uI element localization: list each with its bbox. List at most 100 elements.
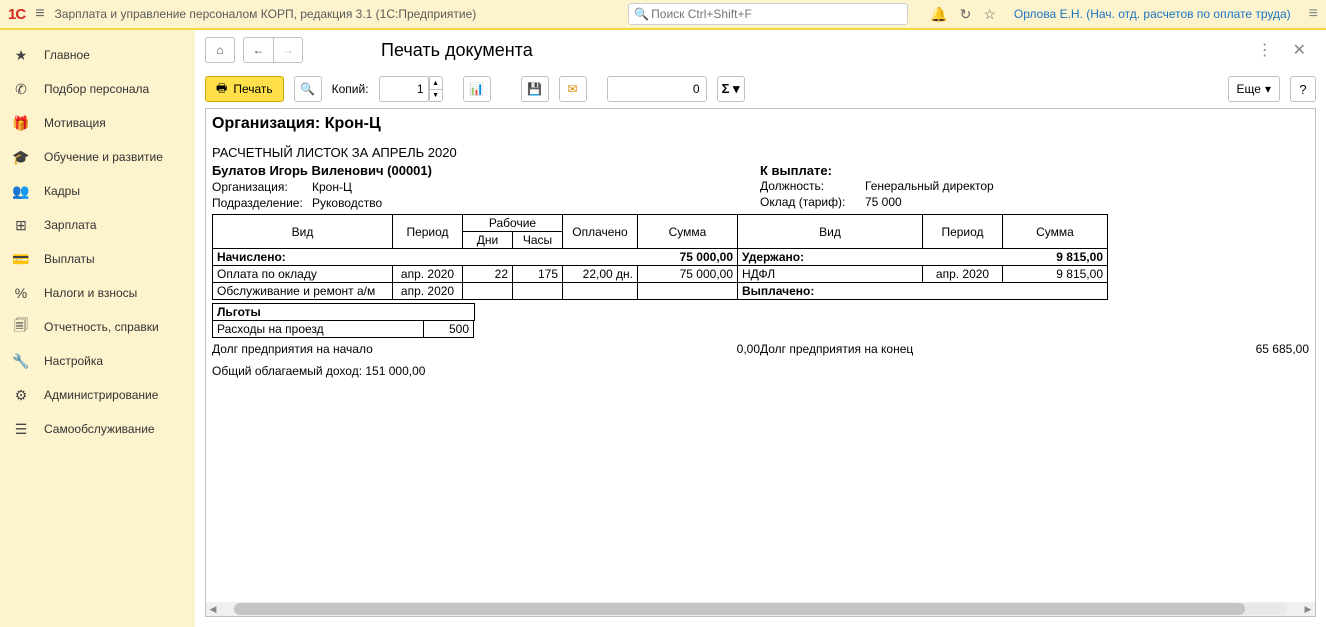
window-settings-icon[interactable]: ≡ bbox=[1309, 5, 1318, 23]
table-row: Обслуживание и ремонт а/м апр. 2020 Выпл… bbox=[213, 283, 1108, 300]
sidebar-item-payments[interactable]: 💳Выплаты bbox=[0, 242, 195, 276]
withheld-label: Удержано: bbox=[738, 249, 923, 266]
sidebar-item-label: Главное bbox=[44, 48, 90, 62]
position-label: Должность: bbox=[760, 178, 865, 194]
sidebar-item-label: Отчетность, справки bbox=[44, 320, 159, 334]
star-filled-icon: ★ bbox=[12, 47, 30, 64]
graduate-icon: 🎓 bbox=[12, 149, 30, 166]
sidebar-item-label: Подбор персонала bbox=[44, 82, 149, 96]
sidebar-item-label: Настройка bbox=[44, 354, 103, 368]
sidebar-item-settings[interactable]: 🔧 Настройка bbox=[0, 344, 195, 378]
accrued-total: 75 000,00 bbox=[638, 249, 738, 266]
document: Организация: Крон-Ц РАСЧЕТНЫЙ ЛИСТОК ЗА … bbox=[206, 109, 1315, 398]
sidebar-item-training[interactable]: 🎓Обучение и развитие bbox=[0, 140, 195, 174]
star-icon[interactable]: ☆ bbox=[983, 6, 996, 23]
search-wrap: 🔍 bbox=[628, 3, 908, 25]
search-input[interactable] bbox=[628, 3, 908, 25]
gift-icon: 🎁 bbox=[12, 115, 30, 132]
forward-button[interactable]: → bbox=[273, 37, 303, 63]
sidebar-item-reports[interactable]: 🗐 Отчетность, справки bbox=[0, 310, 195, 344]
sidebar-item-main[interactable]: ★ Главное bbox=[0, 38, 195, 72]
paid-out-label: Выплачено: bbox=[738, 283, 923, 300]
sum-input[interactable] bbox=[607, 76, 707, 102]
scroll-right-icon[interactable]: ▶ bbox=[1301, 604, 1315, 615]
kebab-icon[interactable]: ⋮ bbox=[1257, 40, 1273, 60]
sidebar-item-label: Выплаты bbox=[44, 252, 95, 266]
bell-icon[interactable]: 🔔 bbox=[930, 6, 947, 23]
document-viewport[interactable]: Организация: Крон-Ц РАСЧЕТНЫЙ ЛИСТОК ЗА … bbox=[205, 108, 1316, 617]
phone-icon: ✆ bbox=[12, 81, 30, 98]
close-icon[interactable]: ✕ bbox=[1293, 40, 1306, 60]
email-button[interactable]: ✉ bbox=[559, 76, 587, 102]
sidebar-item-admin[interactable]: ⚙Администрирование bbox=[0, 378, 195, 412]
col-period: Период bbox=[393, 215, 463, 249]
org-title: Организация: Крон-Ц bbox=[212, 115, 1309, 133]
sidebar-item-taxes[interactable]: % Налоги и взносы bbox=[0, 276, 195, 310]
save-button[interactable]: 💾 bbox=[521, 76, 549, 102]
org-label: Организация: bbox=[212, 179, 312, 195]
sidebar-item-label: Мотивация bbox=[44, 116, 106, 130]
app-title: Зарплата и управление персоналом КОРП, р… bbox=[55, 7, 477, 21]
table-row: Расходы на проезд 500 bbox=[213, 321, 474, 338]
list-icon: ☰ bbox=[12, 421, 30, 438]
benefits-rows: Расходы на проезд 500 bbox=[212, 320, 474, 338]
sidebar-item-label: Кадры bbox=[44, 184, 80, 198]
col-oplacheno: Оплачено bbox=[563, 215, 638, 249]
sidebar: ★Главное ✆Подбор персонала 🎁Мотивация 🎓О… bbox=[0, 30, 195, 627]
wrench-icon: 🔧 bbox=[12, 353, 30, 370]
preview-button[interactable]: 🔍 bbox=[294, 76, 322, 102]
horizontal-scrollbar[interactable]: ◀ ▶ bbox=[206, 602, 1315, 616]
percent-icon: % bbox=[12, 285, 30, 301]
sum-button[interactable]: Σ ▾ bbox=[717, 76, 745, 102]
back-button[interactable]: ← bbox=[243, 37, 273, 63]
debt-end-label: Долг предприятия на конец bbox=[760, 342, 1189, 356]
dept-label: Подразделение: bbox=[212, 195, 312, 211]
withheld-total: 9 815,00 bbox=[1003, 249, 1108, 266]
sidebar-item-recruit[interactable]: ✆ Подбор персонала bbox=[0, 72, 195, 106]
copies-label: Копий: bbox=[332, 82, 369, 96]
home-button[interactable]: ⌂ bbox=[205, 37, 235, 63]
col-period2: Период bbox=[923, 215, 1003, 249]
sidebar-item-label: Налоги и взносы bbox=[44, 286, 137, 300]
history-icon[interactable]: ↻ bbox=[960, 6, 972, 23]
scroll-left-icon[interactable]: ◀ bbox=[206, 604, 220, 615]
accrued-label: Начислено: bbox=[213, 249, 393, 266]
document-icon: 🗐 bbox=[12, 315, 30, 339]
salary-value: 75 000 bbox=[865, 194, 902, 210]
export-button[interactable]: 📊 bbox=[463, 76, 491, 102]
debt-start-value: 0,00 bbox=[660, 342, 760, 356]
menu-icon[interactable]: ≡ bbox=[35, 5, 44, 23]
sidebar-item-hr[interactable]: 👥 Кадры bbox=[0, 174, 195, 208]
benefits-label: Льготы bbox=[213, 304, 475, 321]
copies-down[interactable]: ▼ bbox=[429, 89, 443, 102]
copies-input[interactable] bbox=[379, 76, 429, 102]
gear-icon: ⚙ bbox=[12, 387, 30, 404]
col-vid: Вид bbox=[213, 215, 393, 249]
sidebar-item-selfservice[interactable]: ☰ Самообслуживание bbox=[0, 412, 195, 446]
toolbar: 🖶 Печать 🔍 Копий: ▲ ▼ 📊 💾 ✉ Σ ▾ Еще▾ ? bbox=[195, 70, 1326, 108]
col-summa: Сумма bbox=[638, 215, 738, 249]
col-summa2: Сумма bbox=[1003, 215, 1108, 249]
help-button[interactable]: ? bbox=[1290, 76, 1316, 102]
slip-title: РАСЧЕТНЫЙ ЛИСТОК ЗА АПРЕЛЬ 2020 bbox=[212, 145, 1309, 160]
copies-up[interactable]: ▲ bbox=[429, 76, 443, 89]
sidebar-item-label: Зарплата bbox=[44, 218, 97, 232]
employee-name: Булатов Игорь Виленович (00001) bbox=[212, 163, 760, 178]
main: ⌂ ← → Печать документа ⋮ ✕ 🖶 Печать 🔍 Ко… bbox=[195, 30, 1326, 627]
sidebar-item-motivation[interactable]: 🎁 Мотивация bbox=[0, 106, 195, 140]
scroll-thumb[interactable] bbox=[234, 603, 1245, 615]
more-button[interactable]: Еще▾ bbox=[1228, 76, 1280, 102]
chevron-down-icon: ▾ bbox=[1265, 82, 1271, 96]
salary-label: Оклад (тариф): bbox=[760, 194, 865, 210]
user-label[interactable]: Орлова Е.Н. (Нач. отд. расчетов по оплат… bbox=[1014, 7, 1291, 21]
people-icon: 👥 bbox=[12, 183, 30, 200]
sidebar-item-label: Самообслуживание bbox=[44, 422, 155, 436]
position-value: Генеральный директор bbox=[865, 178, 994, 194]
calc-icon: ⊞ bbox=[12, 217, 30, 234]
print-label: Печать bbox=[233, 82, 272, 96]
org-value: Крон-Ц bbox=[312, 179, 352, 195]
sidebar-item-salary[interactable]: ⊞ Зарплата bbox=[0, 208, 195, 242]
print-button[interactable]: 🖶 Печать bbox=[205, 76, 284, 102]
col-dni: Дни bbox=[463, 232, 513, 249]
col-rabochie: Рабочие bbox=[463, 215, 563, 232]
